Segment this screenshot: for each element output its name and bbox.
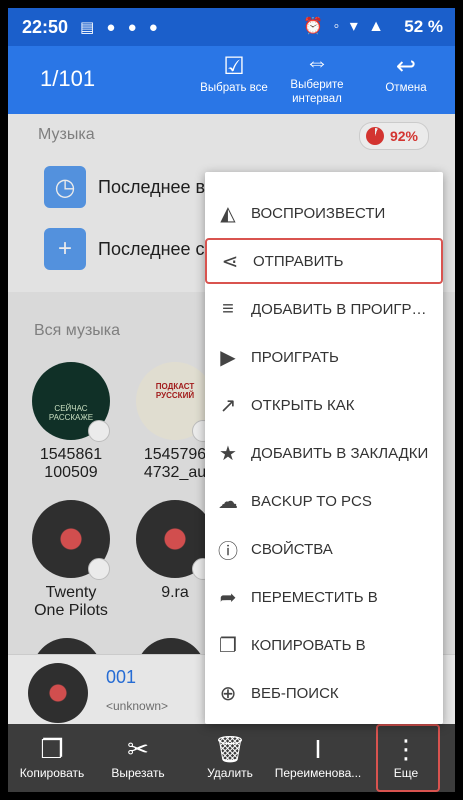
menu-item-label: ВОСПРОИЗВЕСТИ <box>251 204 386 222</box>
checkbox-icon: ☑ <box>223 53 245 80</box>
menu-item-label: СВОЙСТВА <box>251 540 333 558</box>
select-interval-button[interactable]: ⇔ Выберите интервал <box>280 48 354 106</box>
menu-item-label: ПЕРЕМЕСТИТЬ В <box>251 588 378 606</box>
web-search-icon: ⊕ <box>219 682 237 705</box>
cut-button[interactable]: ✂ Вырезать <box>94 732 182 780</box>
undo-icon: ↩ <box>395 53 417 80</box>
more-vert-icon: ⋮ <box>393 734 419 764</box>
status-time: 22:50 <box>22 17 69 37</box>
system-icons: ⏰ ◦ ▾ ▲ <box>303 18 387 35</box>
scissors-icon: ✂ <box>127 734 149 764</box>
menu-item-add-to-playlist[interactable]: ≡ ДОБАВИТЬ В ПРОИГРЫВАТЕЛЬ <box>205 286 443 332</box>
notification-icons: ▤ ● ● ● <box>80 19 162 36</box>
open-external-icon: ↗ <box>219 394 237 417</box>
menu-item-play[interactable]: ▶ ПРОИГРАТЬ <box>205 334 443 380</box>
menu-item-label: ПРОИГРАТЬ <box>251 348 339 366</box>
bottom-action-bar: ❐ Копировать ✂ Вырезать 🗑 Удалить I Пере… <box>8 724 455 792</box>
playlist-add-icon: ≡ <box>222 297 234 320</box>
menu-item-label: КОПИРОВАТЬ В <box>251 636 366 654</box>
share-icon: ⋖ <box>221 250 239 273</box>
menu-item-backup[interactable]: ☁ BACKUP TO PCS <box>205 478 443 524</box>
copy-icon: ❐ <box>40 734 64 764</box>
menu-item-play-cast[interactable]: ◭ ВОСПРОИЗВЕСТИ <box>205 190 443 236</box>
select-all-label: Выбрать все <box>200 82 268 94</box>
delete-label: Удалить <box>207 766 253 780</box>
cancel-label: Отмена <box>385 82 427 94</box>
menu-item-label: ДОБАВИТЬ В ЗАКЛАДКИ <box>251 444 429 462</box>
select-interval-label: Выберите интервал <box>290 79 344 105</box>
play-icon: ▶ <box>220 346 236 369</box>
star-icon: ★ <box>219 442 237 465</box>
menu-item-move[interactable]: ➦ ПЕРЕМЕСТИТЬ В <box>205 574 443 620</box>
menu-item-label: ОТПРАВИТЬ <box>253 252 344 270</box>
cut-label: Вырезать <box>111 766 165 780</box>
info-icon: ⓘ <box>218 540 238 563</box>
menu-item-open-as[interactable]: ↗ ОТКРЫТЬ КАК <box>205 382 443 428</box>
delete-button[interactable]: 🗑 Удалить <box>186 732 274 780</box>
copy-button[interactable]: ❐ Копировать <box>8 732 96 780</box>
cloud-upload-icon: ☁ <box>218 490 238 513</box>
text-cursor-icon: I <box>314 734 322 764</box>
menu-item-label: ОТКРЫТЬ КАК <box>251 396 355 414</box>
interval-icon: ⇔ <box>305 49 329 76</box>
copy-to-icon: ❐ <box>219 634 237 657</box>
menu-item-properties[interactable]: ⓘ СВОЙСТВА <box>205 526 443 572</box>
app-frame: 22:50 ▤ ● ● ● ⏰ ◦ ▾ ▲ 52 % 1/101 ☑ Выбра… <box>8 8 455 792</box>
selection-counter: 1/101 <box>40 66 96 91</box>
copy-label: Копировать <box>19 766 85 780</box>
menu-item-label: ВЕБ-ПОИСК <box>251 684 339 702</box>
more-button[interactable]: ⋮ Еще <box>362 732 450 780</box>
battery-text: 52 % <box>404 17 443 36</box>
cancel-button[interactable]: ↩ Отмена <box>376 52 436 94</box>
menu-item-web-search[interactable]: ⊕ ВЕБ-ПОИСК <box>205 670 443 716</box>
cast-icon: ◭ <box>220 202 236 225</box>
menu-item-label: ДОБАВИТЬ В ПРОИГРЫВАТЕЛЬ <box>251 300 443 318</box>
select-all-button[interactable]: ☑ Выбрать все <box>196 52 272 94</box>
menu-item-bookmark[interactable]: ★ ДОБАВИТЬ В ЗАКЛАДКИ <box>205 430 443 476</box>
menu-item-share[interactable]: ⋖ ОТПРАВИТЬ <box>205 238 443 284</box>
move-icon: ➦ <box>219 586 237 609</box>
status-bar: 22:50 ▤ ● ● ● ⏰ ◦ ▾ ▲ 52 % <box>8 8 455 46</box>
selection-toolbar: 1/101 ☑ Выбрать все ⇔ Выберите интервал … <box>8 46 455 114</box>
menu-item-copy-to[interactable]: ❐ КОПИРОВАТЬ В <box>205 622 443 668</box>
context-menu: ◭ ВОСПРОИЗВЕСТИ ⋖ ОТПРАВИТЬ ≡ ДОБАВИТЬ В… <box>205 172 443 724</box>
rename-label: Переименова... <box>274 766 362 780</box>
trash-icon: 🗑 <box>213 734 247 764</box>
more-label: Еще <box>393 766 419 780</box>
menu-item-label: BACKUP TO PCS <box>251 492 372 510</box>
rename-button[interactable]: I Переименова... <box>274 732 362 780</box>
